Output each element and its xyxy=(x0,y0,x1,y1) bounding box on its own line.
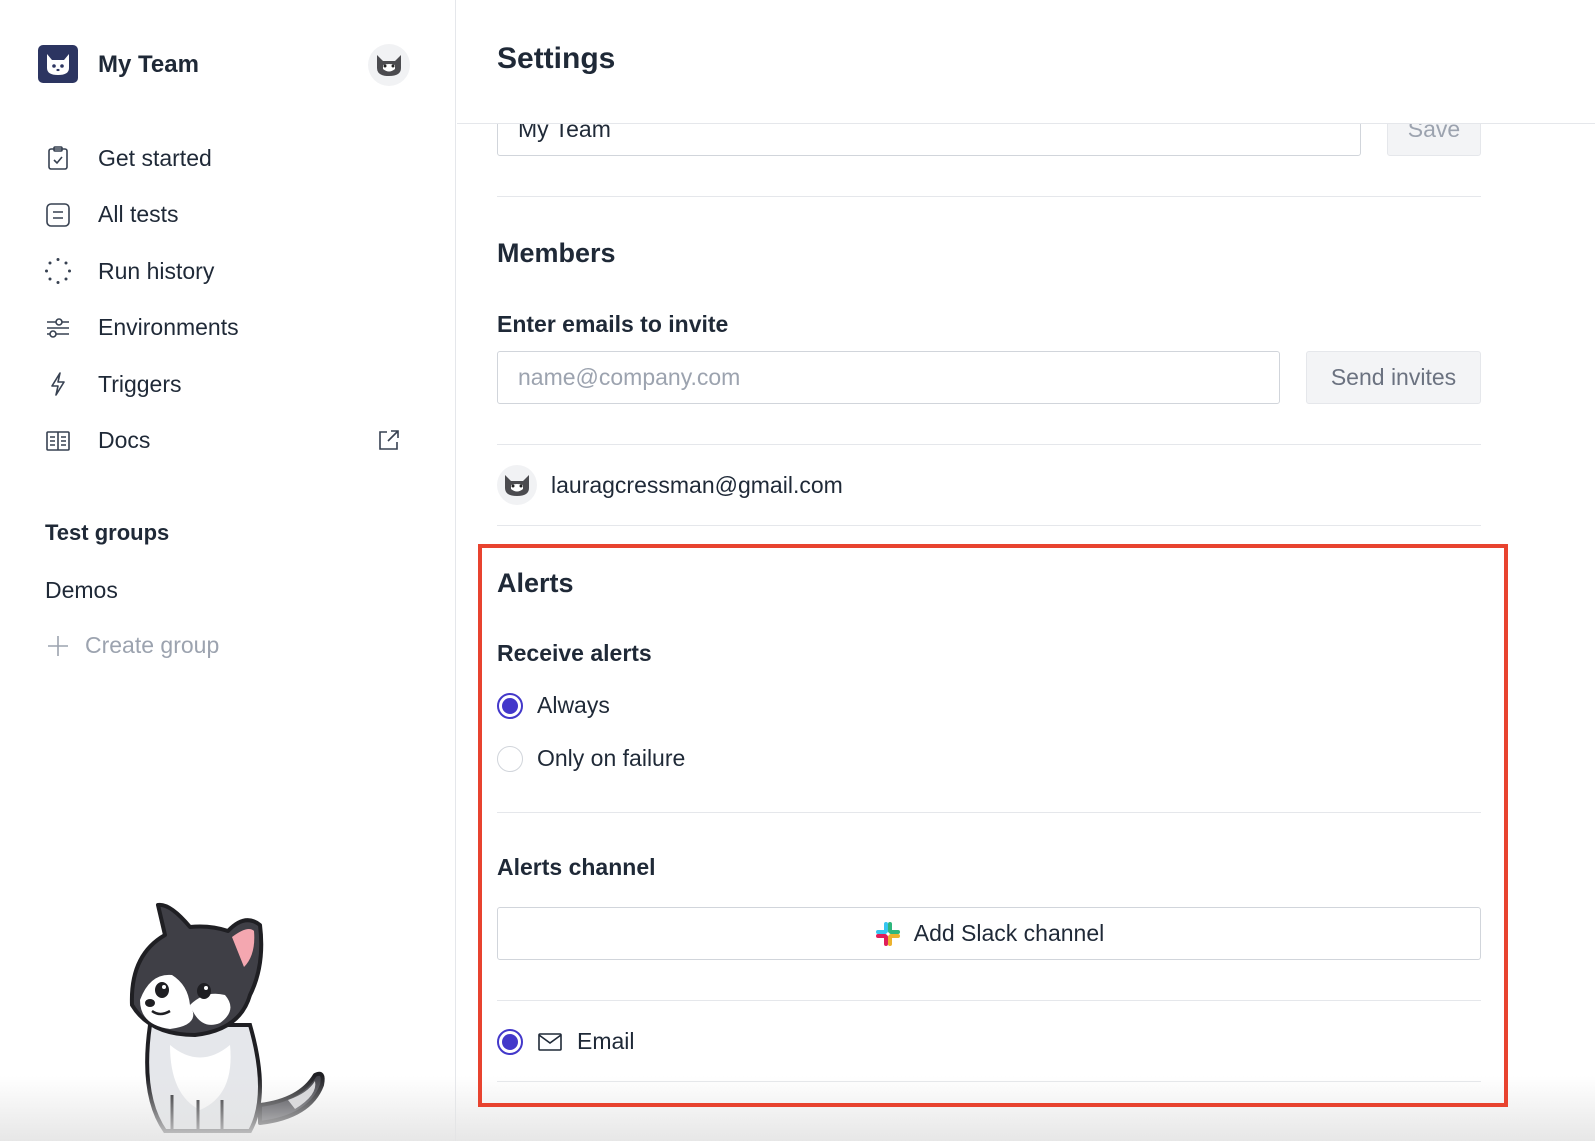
page-header: Settings xyxy=(457,0,1595,124)
radio-only-on-failure[interactable]: Only on failure xyxy=(497,745,685,772)
settings-main: Save Members Enter emails to invite Send… xyxy=(457,0,1595,1141)
member-row: lauragcressman@gmail.com xyxy=(497,464,843,506)
sidebar-item-docs[interactable]: Docs xyxy=(0,413,456,470)
sidebar-item-label: Environments xyxy=(98,314,239,341)
mail-icon xyxy=(538,1032,562,1051)
sidebar-item-label: All tests xyxy=(98,201,179,228)
radio-button[interactable] xyxy=(497,745,523,772)
receive-alerts-label: Receive alerts xyxy=(497,640,652,666)
divider xyxy=(497,1081,1481,1082)
lightning-icon xyxy=(44,370,72,398)
create-group-label: Create group xyxy=(85,632,220,658)
create-group-button[interactable]: Create group xyxy=(45,632,219,659)
book-icon xyxy=(44,427,72,455)
divider xyxy=(497,196,1481,197)
add-slack-channel-button[interactable]: Add Slack channel xyxy=(497,907,1481,960)
invite-emails-label: Enter emails to invite xyxy=(497,311,729,337)
sidebar-nav: Get started All tests Run history Enviro… xyxy=(0,130,456,469)
page-title: Settings xyxy=(497,42,616,75)
sidebar: My Team Get started All tests Run histor… xyxy=(0,0,456,1141)
test-groups-heading: Test groups xyxy=(45,520,170,545)
sidebar-item-label: Run history xyxy=(98,257,215,284)
group-item-demos[interactable]: Demos xyxy=(45,577,118,604)
email-channel-label: Email xyxy=(577,1028,635,1054)
sidebar-item-all-tests[interactable]: All tests xyxy=(0,187,456,244)
sidebar-item-get-started[interactable]: Get started xyxy=(0,130,456,187)
clipboard-check-icon xyxy=(44,144,72,172)
divider xyxy=(497,525,1481,526)
plus-icon xyxy=(48,635,68,656)
sliders-icon xyxy=(44,314,72,342)
sidebar-item-environments[interactable]: Environments xyxy=(0,300,456,357)
loader-dots-icon xyxy=(44,257,72,285)
member-email: lauragcressman@gmail.com xyxy=(551,471,843,498)
radio-email-channel[interactable]: Email xyxy=(497,1028,635,1055)
send-invites-button[interactable]: Send invites xyxy=(1306,351,1481,404)
sidebar-item-label: Docs xyxy=(98,427,151,454)
radio-button-checked[interactable] xyxy=(497,1028,523,1055)
team-logo-icon[interactable] xyxy=(38,45,78,83)
members-section-title: Members xyxy=(497,238,616,268)
slack-icon xyxy=(875,921,900,946)
invite-email-input[interactable] xyxy=(497,351,1280,404)
list-icon xyxy=(44,201,72,229)
member-avatar xyxy=(497,465,537,505)
dog-mascot-illustration xyxy=(129,902,325,1133)
radio-button-checked[interactable] xyxy=(497,692,523,719)
radio-label: Always xyxy=(537,692,610,718)
sidebar-item-triggers[interactable]: Triggers xyxy=(0,356,456,413)
external-link-icon[interactable] xyxy=(376,427,404,455)
slack-button-label: Add Slack channel xyxy=(913,920,1105,946)
divider xyxy=(497,812,1481,813)
radio-label: Only on failure xyxy=(537,745,686,771)
alerts-channel-label: Alerts channel xyxy=(497,854,656,880)
divider xyxy=(497,1000,1481,1001)
team-name[interactable]: My Team xyxy=(98,51,199,79)
sidebar-item-run-history[interactable]: Run history xyxy=(0,243,456,300)
sidebar-item-label: Get started xyxy=(98,144,212,171)
divider xyxy=(497,444,1481,445)
user-avatar[interactable] xyxy=(368,44,410,86)
radio-always[interactable]: Always xyxy=(497,692,610,719)
sidebar-item-label: Triggers xyxy=(98,370,182,397)
alerts-section-title: Alerts xyxy=(497,568,574,598)
